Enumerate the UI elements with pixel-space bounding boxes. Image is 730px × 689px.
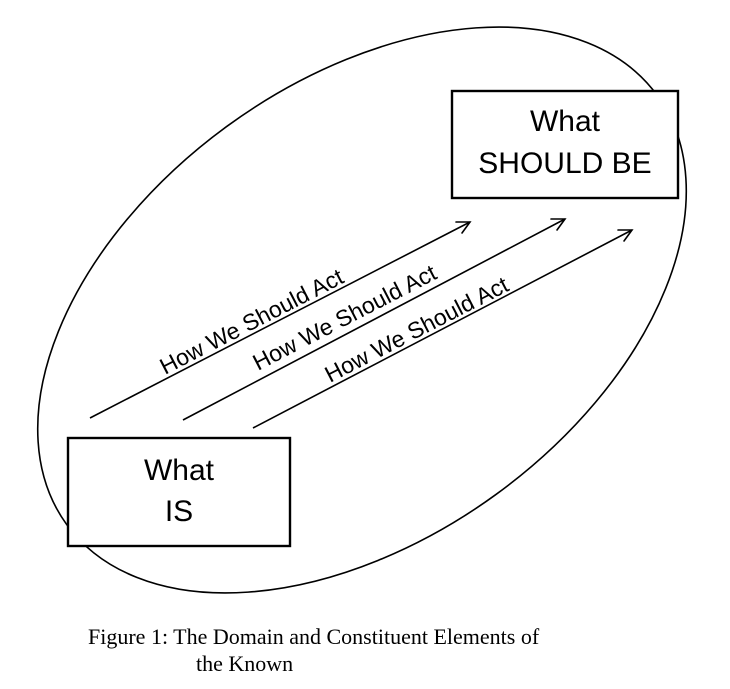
domain-diagram: How We Should Act How We Should Act How …: [36, 26, 688, 594]
what-should-be-box: What SHOULD BE: [450, 89, 680, 200]
figure-caption-line1: Figure 1: The Domain and Constituent Ele…: [88, 624, 540, 649]
figure-caption-line2: the Known: [196, 651, 294, 676]
what-should-be-line1: What: [530, 105, 601, 138]
what-should-be-line2: SHOULD BE: [478, 147, 651, 180]
what-is-line1: What: [144, 454, 215, 487]
what-is-line2: IS: [165, 495, 193, 528]
what-is-box: What IS: [66, 436, 292, 548]
